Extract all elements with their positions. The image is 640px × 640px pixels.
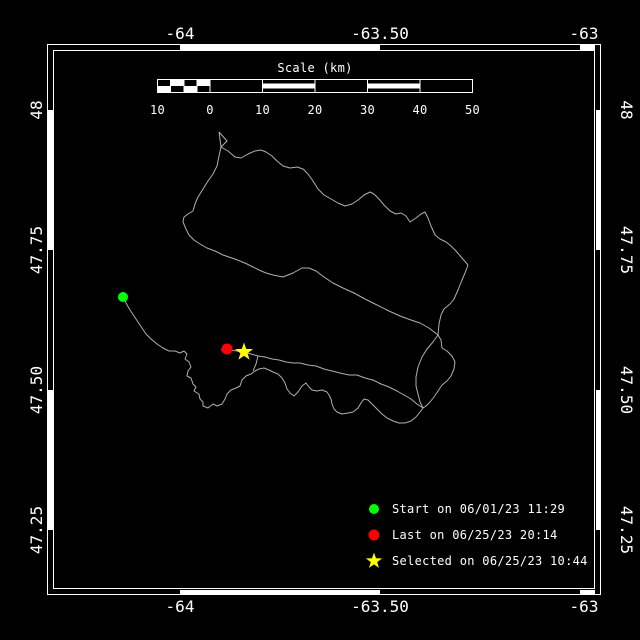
gps-track	[182, 146, 274, 276]
axis-label: 0	[206, 103, 214, 117]
axis-label: 50	[464, 103, 481, 117]
axis-label: -64	[165, 597, 195, 616]
legend-row-start: Start on 06/01/23 11:29	[365, 500, 588, 518]
legend-label-selected: Selected on 06/25/23 10:44	[392, 554, 588, 568]
axis-label: 48	[27, 100, 46, 120]
axis-label: 30	[359, 103, 376, 117]
gps-track	[218, 131, 228, 148]
axis-label: 40	[412, 103, 428, 117]
axis-label: 47.50	[27, 365, 46, 415]
scale-bar-stripe	[367, 83, 420, 89]
frame-zebra-segment	[48, 110, 53, 250]
axis-label: -63.50	[351, 24, 409, 43]
legend-label-last: Last on 06/25/23 20:14	[392, 528, 558, 542]
axis-label: 47.50	[617, 365, 636, 415]
scale-bar-stripe	[262, 83, 315, 89]
legend: Start on 06/01/23 11:29 Last on 06/25/23…	[365, 500, 588, 578]
gps-track	[221, 349, 424, 409]
gps-track	[122, 296, 424, 424]
axis-label: -63.50	[351, 597, 409, 616]
gps-track	[220, 146, 469, 266]
axis-label: 20	[307, 103, 323, 117]
gps-track	[415, 334, 456, 409]
axis-label: 47.75	[27, 225, 46, 275]
last-marker-icon	[368, 529, 380, 541]
track-map-window: -64 -63.50 -63 -64 -63.50 -63 48 47.75 47.50 47…	[0, 0, 640, 640]
axis-label: 48	[617, 100, 636, 120]
legend-row-last: Last on 06/25/23 20:14	[365, 526, 588, 544]
frame-zebra-segment	[48, 390, 53, 530]
scale-bar-checker	[196, 79, 210, 86]
scale-bar-title: Scale (km)	[277, 61, 353, 75]
axis-label: -63	[569, 24, 599, 43]
last-marker	[221, 343, 233, 355]
axis-label: 47.25	[27, 505, 46, 555]
axis-label: 10	[254, 103, 271, 117]
start-marker-icon	[369, 504, 379, 514]
frame-zebra-segment	[180, 45, 380, 50]
scale-bar-checker	[157, 86, 171, 93]
axis-label: 47.25	[617, 505, 636, 555]
scale-bar-checker	[170, 79, 184, 86]
axis-label: 10	[149, 103, 166, 117]
start-marker	[118, 292, 128, 302]
legend-row-selected: Selected on 06/25/23 10:44	[365, 552, 588, 570]
gps-track	[252, 355, 259, 372]
scale-bar-checker	[183, 86, 197, 93]
selected-marker	[235, 342, 253, 360]
gps-track	[272, 267, 439, 336]
axis-label: 47.75	[617, 225, 636, 275]
frame-zebra-segment	[580, 45, 595, 50]
legend-label-start: Start on 06/01/23 11:29	[392, 502, 566, 516]
axis-label: -64	[165, 24, 195, 43]
selected-marker-icon	[365, 552, 383, 568]
gps-track	[437, 264, 469, 336]
axis-label: -63	[569, 597, 599, 616]
